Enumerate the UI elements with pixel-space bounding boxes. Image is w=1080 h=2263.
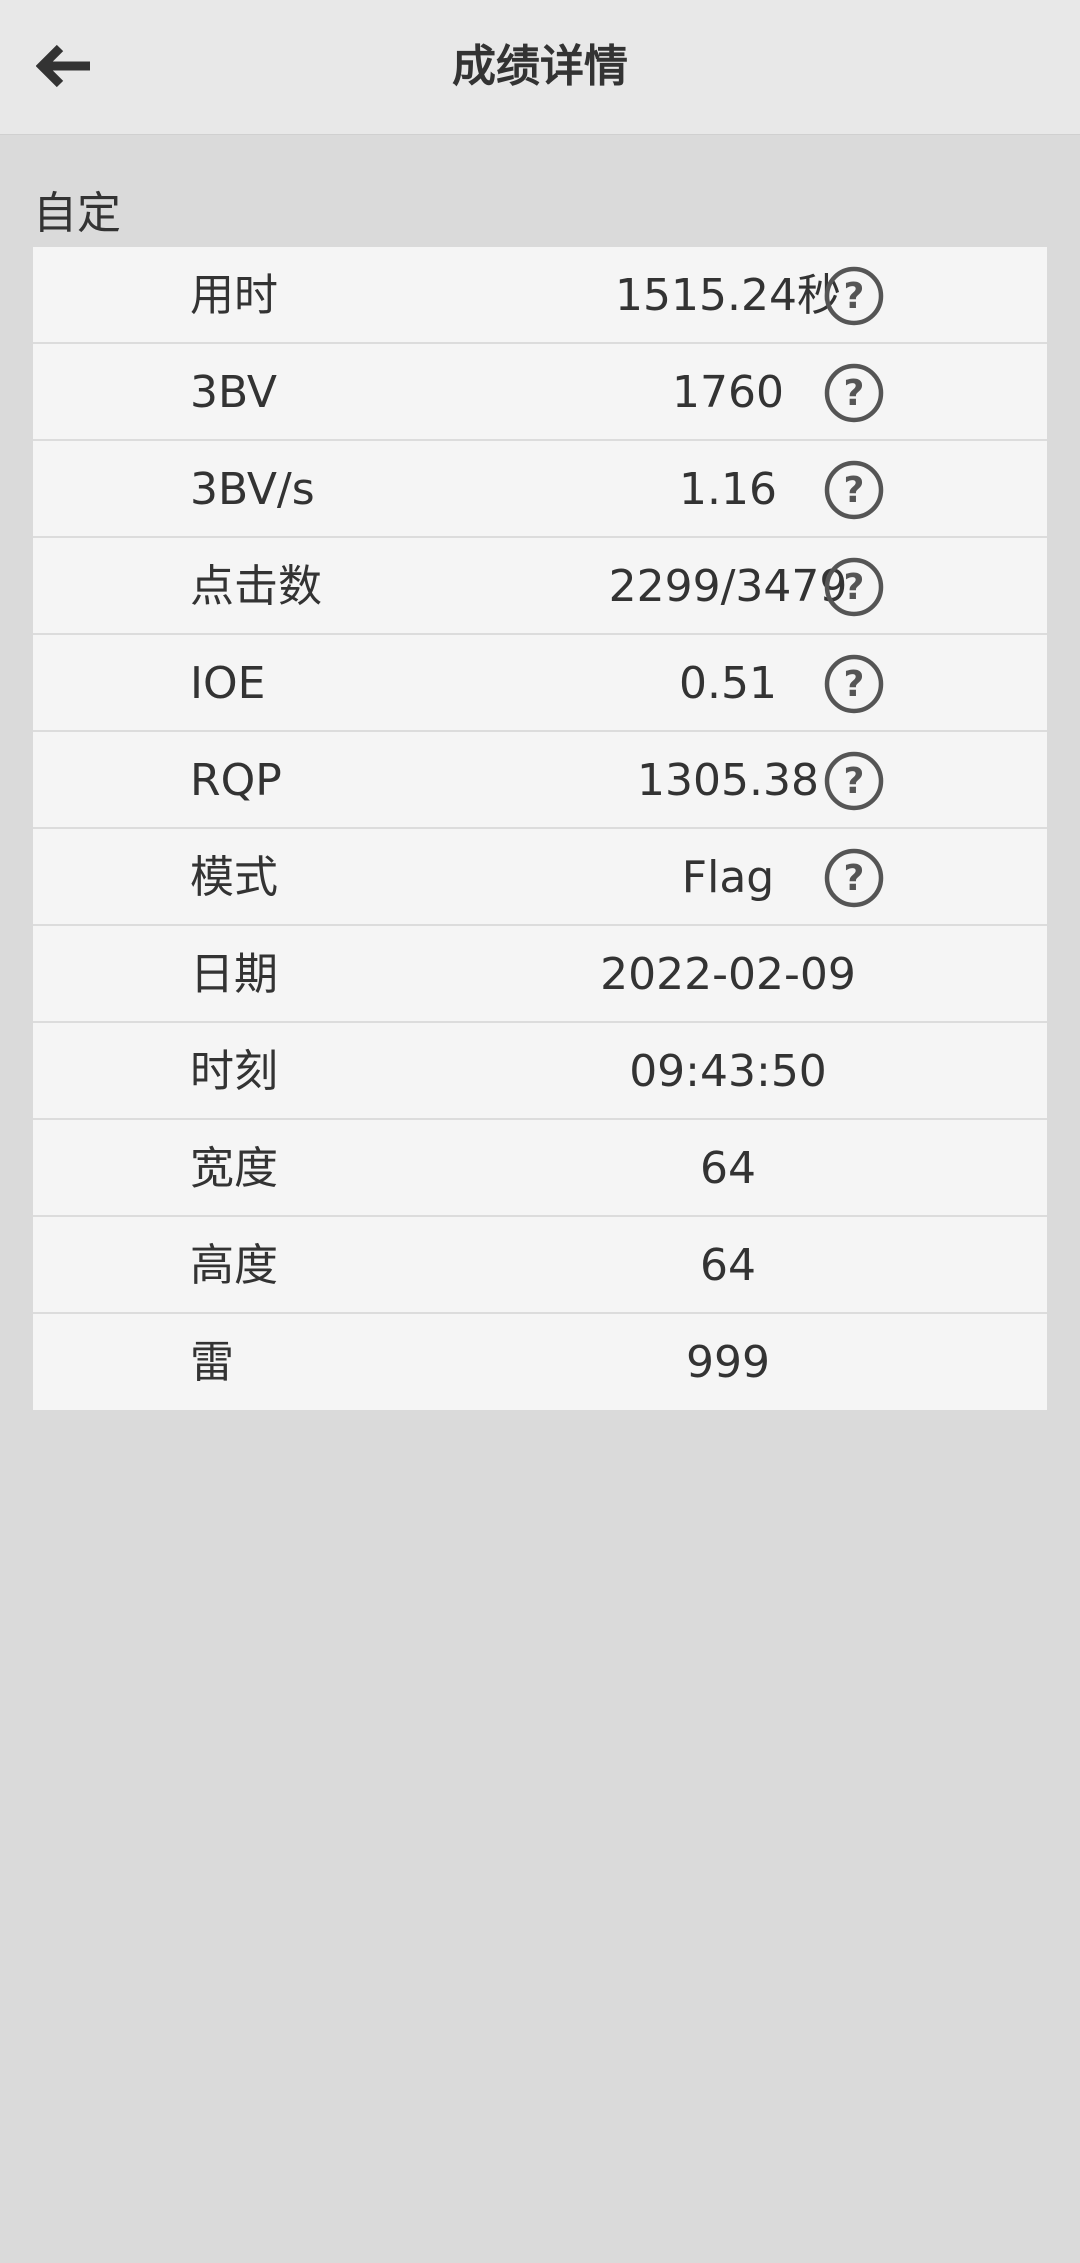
stat-value: 2299/3479 — [608, 561, 848, 612]
stat-row-date: 日期 2022-02-09 — [33, 926, 1047, 1023]
help-icon[interactable]: ? — [823, 750, 885, 812]
app-header: 成绩详情 — [0, 0, 1080, 135]
stat-label: 用时 — [190, 270, 278, 321]
stat-row-3bv: 3BV 1760 ? — [33, 344, 1047, 441]
svg-text:?: ? — [844, 664, 865, 705]
section-label: 自定 — [33, 188, 121, 239]
stat-row-height: 高度 64 — [33, 1217, 1047, 1314]
help-icon[interactable]: ? — [823, 556, 885, 618]
stat-value: 999 — [686, 1337, 770, 1388]
svg-text:?: ? — [844, 761, 865, 802]
stat-label: RQP — [190, 755, 282, 806]
help-icon[interactable]: ? — [823, 847, 885, 909]
stat-value: Flag — [681, 852, 775, 903]
help-icon[interactable]: ? — [823, 459, 885, 521]
stat-label: 时刻 — [190, 1046, 278, 1097]
svg-text:?: ? — [844, 373, 865, 414]
stat-label: 模式 — [190, 852, 278, 903]
stat-row-width: 宽度 64 — [33, 1120, 1047, 1217]
stat-label: 日期 — [190, 949, 278, 1000]
stat-value: 1.16 — [679, 464, 777, 515]
stat-value: 1760 — [672, 367, 784, 418]
help-icon[interactable]: ? — [823, 362, 885, 424]
stat-label: IOE — [190, 658, 266, 709]
stat-row-rqp: RQP 1305.38 ? — [33, 732, 1047, 829]
stat-value: 1515.24秒 — [615, 270, 841, 321]
stat-label: 高度 — [190, 1240, 278, 1291]
stat-row-mines: 雷 999 — [33, 1314, 1047, 1410]
app-root: 成绩详情 自定 用时 1515.24秒 ? 3BV 1760 ? 3BV/s 1… — [0, 0, 1080, 2263]
stat-row-ioe: IOE 0.51 ? — [33, 635, 1047, 732]
stat-value: 1305.38 — [637, 755, 819, 806]
svg-text:?: ? — [844, 276, 865, 317]
stat-row-time-of-day: 时刻 09:43:50 — [33, 1023, 1047, 1120]
help-icon[interactable]: ? — [823, 265, 885, 327]
stat-value: 64 — [700, 1240, 756, 1291]
stat-label: 点击数 — [190, 561, 322, 612]
stat-value: 09:43:50 — [629, 1046, 827, 1097]
svg-text:?: ? — [844, 470, 865, 511]
stat-label: 3BV — [190, 367, 277, 418]
stat-label: 雷 — [190, 1337, 234, 1388]
stat-value: 0.51 — [679, 658, 777, 709]
stat-value: 2022-02-09 — [600, 949, 856, 1000]
svg-text:?: ? — [844, 567, 865, 608]
stat-row-time: 用时 1515.24秒 ? — [33, 247, 1047, 344]
stat-row-clicks: 点击数 2299/3479 ? — [33, 538, 1047, 635]
stat-label: 宽度 — [190, 1143, 278, 1194]
page-title: 成绩详情 — [452, 41, 628, 92]
stat-row-mode: 模式 Flag ? — [33, 829, 1047, 926]
stat-value: 64 — [700, 1143, 756, 1194]
help-icon[interactable]: ? — [823, 653, 885, 715]
stat-row-3bv-per-s: 3BV/s 1.16 ? — [33, 441, 1047, 538]
svg-text:?: ? — [844, 858, 865, 899]
stat-label: 3BV/s — [190, 464, 315, 515]
stats-table: 用时 1515.24秒 ? 3BV 1760 ? 3BV/s 1.16 ? 点击… — [33, 247, 1047, 1410]
